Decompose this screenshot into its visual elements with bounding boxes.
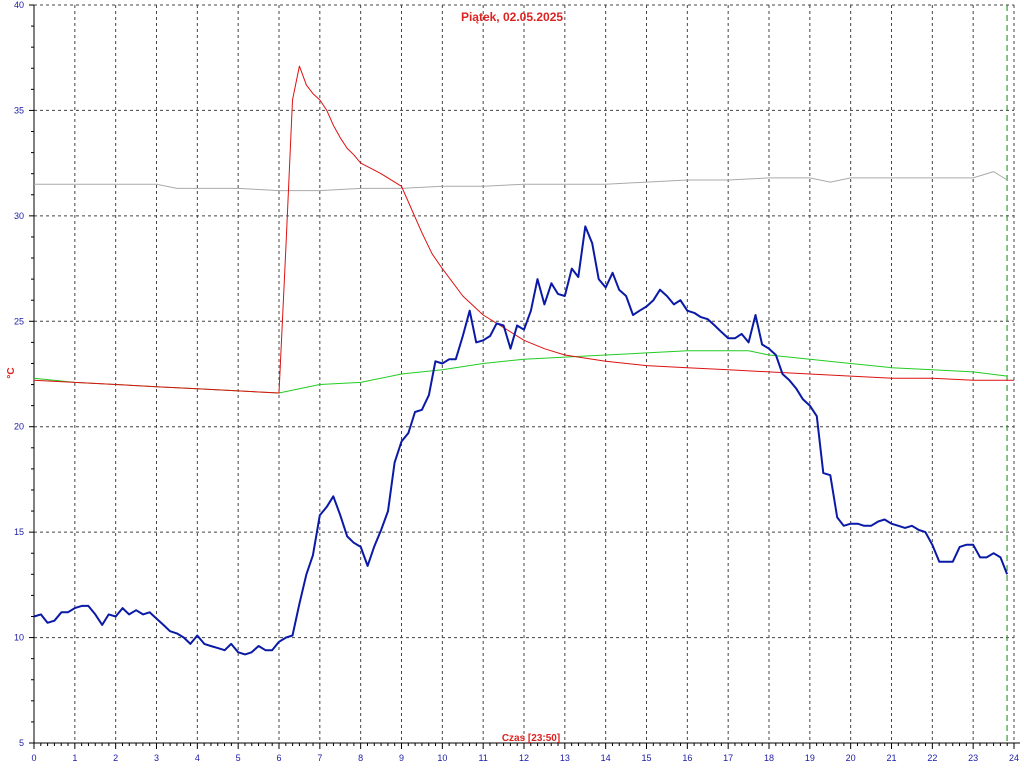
- chart-root: 5 10 15 20 25 30 35 40 0 1 2 3 4 5 6 7 8 9 10 11 12 13 14 15 16 1…: [0, 0, 1024, 768]
- x-tick-label: 5: [236, 753, 241, 763]
- x-tick-label: 14: [601, 753, 611, 763]
- x-tick-label: 18: [764, 753, 774, 763]
- chart-background: [0, 0, 1024, 768]
- x-tick-label: 11: [478, 753, 487, 763]
- x-tick-label: 9: [399, 753, 404, 763]
- x-tick-label: 8: [358, 753, 363, 763]
- x-tick-label: 3: [154, 753, 159, 763]
- y-tick-label: 20: [14, 422, 24, 432]
- x-tick-label: 6: [276, 753, 281, 763]
- x-tick-label: 17: [723, 753, 733, 763]
- x-tick-label: 10: [437, 753, 447, 763]
- y-tick-label: 25: [14, 316, 24, 326]
- x-tick-label: 24: [1009, 753, 1019, 763]
- x-tick-label: 4: [195, 753, 200, 763]
- y-axis-label: °C: [6, 367, 17, 378]
- x-tick-label: 21: [886, 753, 896, 763]
- y-tick-label: 10: [14, 633, 24, 643]
- temperature-chart: 5101520253035400 1 2 3 4 5 6 7 8 9 10 11 12 13 14 15 16 1…: [0, 0, 1024, 768]
- x-tick-label: 15: [641, 753, 651, 763]
- x-tick-label: 16: [682, 753, 692, 763]
- x-tick-label: 13: [560, 753, 570, 763]
- x-tick-label: 23: [968, 753, 978, 763]
- x-tick-label: 12: [519, 753, 529, 763]
- x-tick-label: 20: [846, 753, 856, 763]
- x-tick-label: 1: [72, 753, 77, 763]
- x-tick-label: 7: [317, 753, 322, 763]
- x-axis-label: Czas [23:50]: [502, 733, 560, 744]
- x-tick-label: 0: [31, 753, 36, 763]
- y-tick-label: 15: [14, 527, 24, 537]
- y-tick-label: 30: [14, 211, 24, 221]
- chart-title: Piątek, 02.05.2025: [461, 10, 563, 24]
- y-tick-label: 35: [14, 105, 24, 115]
- x-tick-label: 19: [805, 753, 815, 763]
- y-tick-label: 40: [14, 0, 24, 10]
- x-tick-label: 2: [113, 753, 118, 763]
- x-tick-label: 22: [927, 753, 937, 763]
- y-tick-label: 5: [19, 738, 24, 748]
